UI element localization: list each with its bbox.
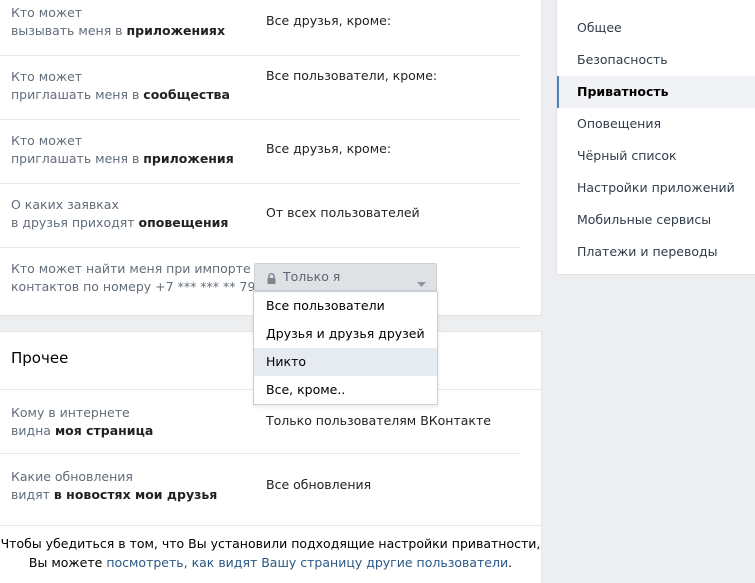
sidebar-item-app-settings[interactable]: Настройки приложений — [557, 172, 755, 204]
label-line1: Какие обновления — [11, 469, 133, 484]
label-line1: Кто может — [11, 133, 83, 148]
label-bold: сообщества — [143, 87, 230, 102]
label-line2: вызывать меня в — [11, 23, 127, 38]
divider — [0, 247, 520, 248]
footer-text: Вы можете — [28, 555, 107, 570]
label-line2: приглашать меня в — [11, 87, 144, 102]
footer-line2: Вы можете посмотреть, как видят Вашу стр… — [0, 553, 541, 572]
sidebar-item-notifications[interactable]: Оповещения — [557, 108, 755, 140]
select-value: Только я — [283, 269, 341, 284]
sidebar-item-security[interactable]: Безопасность — [557, 44, 755, 76]
setting-value-page-visibility[interactable]: Только пользователям ВКонтакте — [266, 412, 491, 430]
setting-label-call-apps: Кто может вызывать меня в приложениях — [11, 4, 225, 40]
setting-label-invite-communities: Кто может приглашать меня в сообщества — [11, 68, 230, 104]
setting-value-friend-requests[interactable]: От всех пользователей — [266, 204, 420, 222]
setting-label-news-updates: Какие обновления видят в новостях мои др… — [11, 468, 217, 504]
label-line2: в друзья приходят — [11, 215, 139, 230]
privacy-footer: Чтобы убедиться в том, что Вы установили… — [0, 525, 541, 583]
setting-label-page-visibility: Кому в интернете видна моя страница — [11, 404, 153, 440]
setting-label-invite-apps: Кто может приглашать меня в приложения — [11, 132, 234, 168]
chevron-down-icon — [417, 275, 426, 290]
divider — [0, 183, 520, 184]
label-bold: моя страница — [54, 423, 154, 438]
view-page-as-others-link[interactable]: посмотреть, как видят Вашу страницу друг… — [106, 555, 508, 570]
sidebar-item-blacklist[interactable]: Чёрный список — [557, 140, 755, 172]
label-line1: Кто может — [11, 5, 83, 20]
select-option[interactable]: Все, кроме.. — [254, 376, 437, 404]
label-line2: видят — [11, 487, 54, 502]
sidebar-item-privacy[interactable]: Приватность — [557, 76, 755, 108]
label-line1: О каких заявках — [11, 197, 119, 212]
sidebar-item-general[interactable]: Общее — [557, 12, 755, 44]
setting-value-call-apps[interactable]: Все друзья, кроме: — [266, 12, 391, 30]
section-title: Прочее — [11, 349, 69, 367]
select-dropdown-menu: Все пользователи Друзья и друзья друзей … — [253, 291, 438, 405]
divider — [0, 55, 520, 56]
select-option-highlighted[interactable]: Никто — [254, 348, 437, 376]
setting-value-invite-apps[interactable]: Все друзья, кроме: — [266, 140, 391, 158]
setting-value-news-updates[interactable]: Все обновления — [266, 476, 371, 494]
setting-label-find-by-phone: Кто может найти меня при импорте контакт… — [11, 260, 255, 296]
settings-sidebar: Общее Безопасность Приватность Оповещени… — [556, 0, 755, 275]
select-option[interactable]: Все пользователи — [254, 292, 437, 320]
label-bold: приложения — [143, 151, 234, 166]
footer-line1: Чтобы убедиться в том, что Вы установили… — [0, 536, 541, 551]
label-line2: видна — [11, 423, 55, 438]
sidebar-item-payments[interactable]: Платежи и переводы — [557, 236, 755, 268]
label-line1: Кто может найти меня при импорте — [11, 261, 251, 276]
label-line2: приглашать меня в — [11, 151, 144, 166]
divider — [0, 119, 520, 120]
select-option[interactable]: Друзья и друзья друзей — [254, 320, 437, 348]
phone-search-privacy-select[interactable]: Только я — [254, 263, 437, 291]
label-bold: оповещения — [138, 215, 229, 230]
setting-value-invite-communities[interactable]: Все пользователи, кроме: — [266, 67, 437, 85]
label-bold: в новостях мои друзья — [53, 487, 218, 502]
lock-icon — [267, 272, 276, 287]
label-bold: приложениях — [126, 23, 226, 38]
label-line1: Кому в интернете — [11, 405, 130, 420]
setting-label-friend-requests: О каких заявках в друзья приходят оповещ… — [11, 196, 228, 232]
sidebar-item-mobile-services[interactable]: Мобильные сервисы — [557, 204, 755, 236]
divider — [0, 453, 520, 454]
label-line1: Кто может — [11, 69, 83, 84]
label-line2: контактов по номеру +7 *** *** ** 79 — [11, 279, 256, 294]
footer-text: . — [508, 555, 513, 570]
